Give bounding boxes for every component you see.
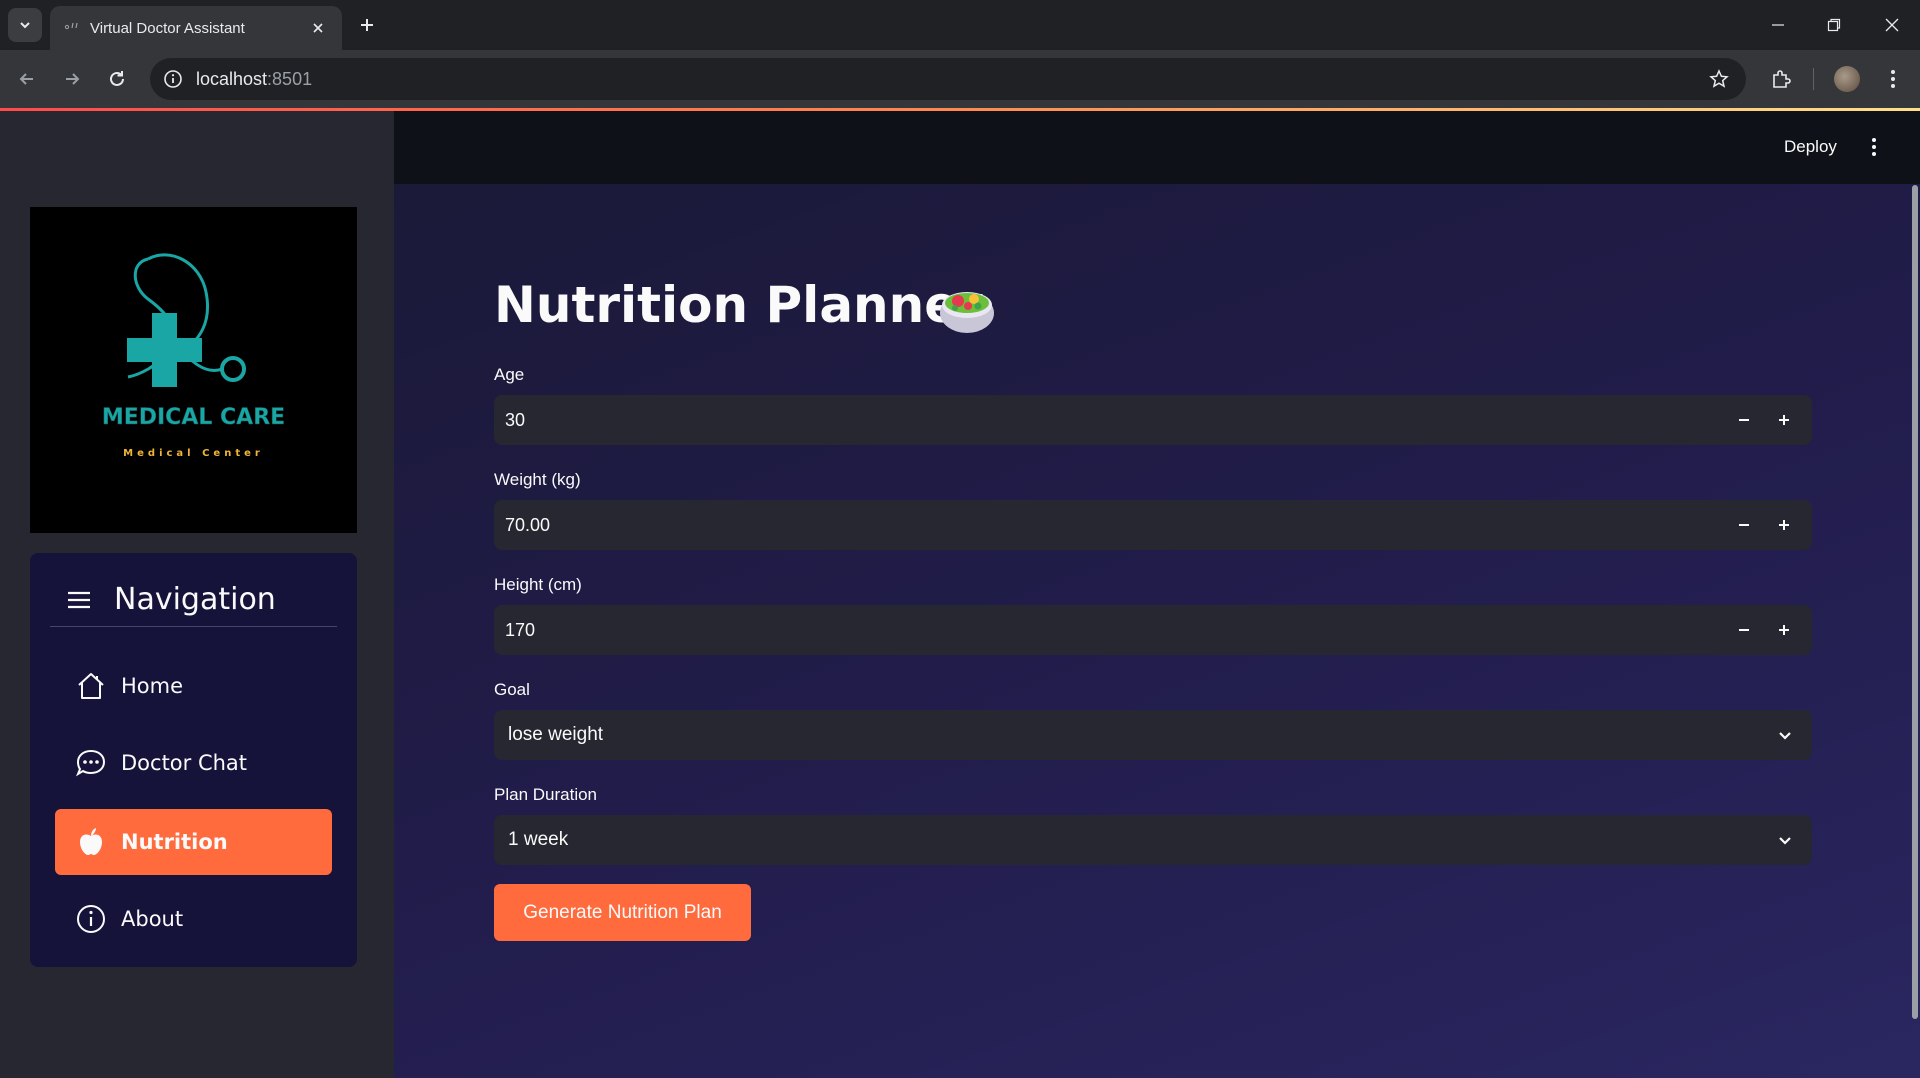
plus-icon xyxy=(1779,625,1789,635)
app-header: Deploy xyxy=(394,111,1920,184)
browser-tab[interactable]: Virtual Doctor Assistant xyxy=(50,6,342,50)
sidebar-item-label: Home xyxy=(121,674,184,698)
address-bar[interactable]: localhost:8501 xyxy=(150,58,1746,100)
age-increment-button[interactable] xyxy=(1768,405,1800,435)
plus-icon xyxy=(361,19,373,31)
height-increment-button[interactable] xyxy=(1768,615,1800,645)
puzzle-icon xyxy=(1773,70,1791,88)
plan-duration-selected-value: 1 week xyxy=(508,829,569,850)
logo-subtitle: Medical Center xyxy=(123,448,264,459)
minimize-icon xyxy=(1772,24,1784,26)
generate-nutrition-plan-button[interactable]: Generate Nutrition Plan xyxy=(494,884,751,941)
goal-select[interactable]: lose weight xyxy=(494,710,1812,760)
sidebar-item-home[interactable]: Home xyxy=(55,653,332,719)
avatar xyxy=(1834,66,1860,92)
age-decrement-button[interactable] xyxy=(1728,405,1760,435)
minus-icon xyxy=(1739,629,1749,631)
height-number-input xyxy=(494,605,1812,655)
chevron-down-icon xyxy=(1774,829,1796,851)
hamburger-menu-icon xyxy=(66,589,92,611)
navigation-header: Navigation xyxy=(50,573,337,627)
site-info-icon[interactable] xyxy=(162,68,184,90)
logo-title: MEDICAL CARE xyxy=(101,405,286,431)
deploy-button[interactable]: Deploy xyxy=(1780,135,1841,159)
toolbar-divider xyxy=(1813,68,1814,90)
salad-icon xyxy=(940,292,994,333)
reload-icon xyxy=(110,71,124,86)
arrow-left-icon xyxy=(19,73,33,85)
sidebar-item-label: Nutrition xyxy=(121,830,228,854)
back-button[interactable] xyxy=(10,62,44,96)
weight-field[interactable] xyxy=(505,514,1705,536)
weight-decrement-button[interactable] xyxy=(1728,510,1760,540)
goal-label: Goal xyxy=(494,680,530,699)
reload-button[interactable] xyxy=(100,62,134,96)
close-tab-icon[interactable] xyxy=(306,16,330,40)
navigation-title: Navigation xyxy=(114,582,276,617)
home-icon xyxy=(75,670,107,702)
bookmark-star-icon[interactable] xyxy=(1708,68,1730,90)
new-tab-button[interactable] xyxy=(352,10,382,40)
sidebar: MEDICAL CARE Medical Center Navigation H… xyxy=(0,111,394,1078)
close-window-button[interactable] xyxy=(1864,0,1920,50)
plus-icon xyxy=(1779,415,1789,425)
sidebar-item-label: About xyxy=(121,907,184,931)
minus-icon xyxy=(1739,419,1749,421)
plus-icon xyxy=(1779,520,1789,530)
info-icon xyxy=(75,903,107,935)
weight-number-input xyxy=(494,500,1812,550)
sidebar-item-doctor-chat[interactable]: Doctor Chat xyxy=(55,730,332,796)
close-icon xyxy=(1885,18,1899,32)
profile-avatar[interactable] xyxy=(1830,62,1864,96)
weight-increment-button[interactable] xyxy=(1768,510,1800,540)
navigation-menu: Navigation Home Doctor Chat Nutrition Ab… xyxy=(30,553,357,967)
main-menu-button[interactable] xyxy=(1860,133,1888,161)
tab-title: Virtual Doctor Assistant xyxy=(90,19,245,37)
url-text: localhost:8501 xyxy=(196,69,312,90)
sidebar-item-about[interactable]: About xyxy=(55,886,332,952)
plan-duration-label: Plan Duration xyxy=(494,785,598,804)
chat-icon xyxy=(75,747,107,779)
url-host: localhost xyxy=(196,68,268,89)
restore-button[interactable] xyxy=(1806,0,1862,50)
height-label: Height (cm) xyxy=(494,575,582,594)
height-field[interactable] xyxy=(505,619,1705,641)
weight-label: Weight (kg) xyxy=(494,470,581,489)
browser-tab-bar: Virtual Doctor Assistant xyxy=(0,0,1920,50)
minimize-button[interactable] xyxy=(1750,0,1806,50)
medical-care-logo: MEDICAL CARE Medical Center xyxy=(30,207,357,533)
sidebar-item-nutrition[interactable]: Nutrition xyxy=(55,809,332,875)
age-label: Age xyxy=(494,365,525,384)
main-content: Deploy Nutrition Planner Age Weight (kg) xyxy=(394,111,1920,1078)
apple-icon xyxy=(75,826,107,858)
sidebar-item-label: Doctor Chat xyxy=(121,751,248,775)
url-port: :8501 xyxy=(267,68,313,89)
forward-button[interactable] xyxy=(55,62,89,96)
browser-menu-button[interactable] xyxy=(1876,62,1910,96)
age-field[interactable] xyxy=(505,409,1705,431)
restore-icon xyxy=(1827,18,1841,32)
minus-icon xyxy=(1739,524,1749,526)
goal-selected-value: lose weight xyxy=(508,724,604,745)
plan-duration-select[interactable]: 1 week xyxy=(494,815,1812,865)
chevron-down-icon xyxy=(20,22,30,29)
height-decrement-button[interactable] xyxy=(1728,615,1760,645)
age-number-input xyxy=(494,395,1812,445)
medical-cross-stethoscope-icon xyxy=(127,253,246,387)
loading-favicon-icon xyxy=(62,18,82,38)
tab-search-button[interactable] xyxy=(8,8,42,42)
arrow-right-icon xyxy=(66,73,80,85)
kebab-menu-icon xyxy=(1891,70,1895,88)
extensions-button[interactable] xyxy=(1764,62,1798,96)
kebab-menu-icon xyxy=(1872,138,1876,156)
scrollbar[interactable] xyxy=(1912,185,1918,1019)
chevron-down-icon xyxy=(1774,724,1796,746)
browser-toolbar: localhost:8501 xyxy=(0,50,1920,108)
page-title: Nutrition Planner xyxy=(494,276,983,334)
